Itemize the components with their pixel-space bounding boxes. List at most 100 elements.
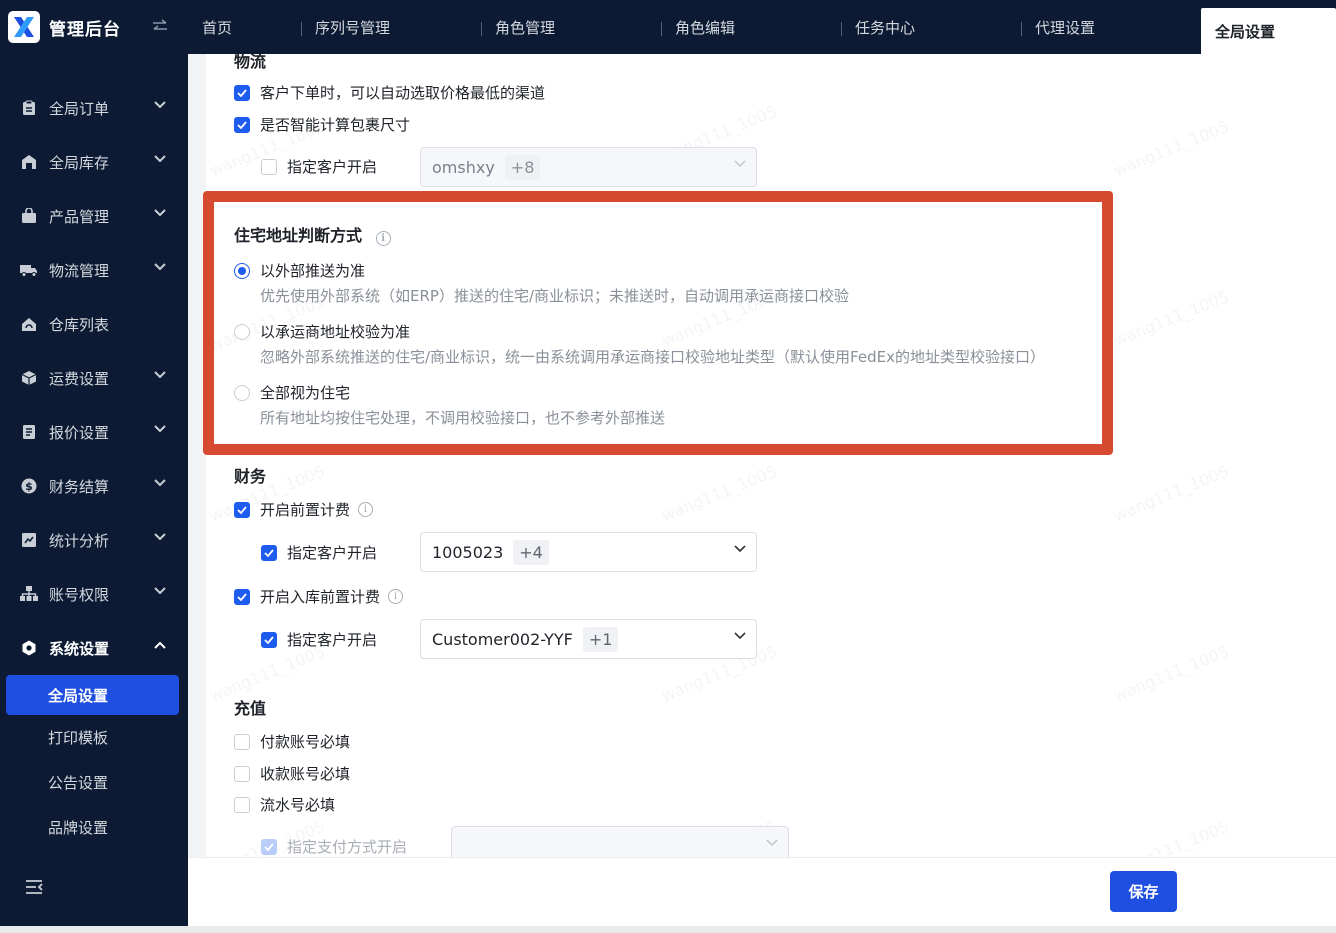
info-icon[interactable]: i xyxy=(388,589,404,604)
sidebar-item-label: 报价设置 xyxy=(49,423,110,442)
checkbox-checked[interactable] xyxy=(234,588,250,605)
chart-icon xyxy=(20,531,38,549)
tab-home[interactable]: 首页 xyxy=(188,0,301,54)
chevron-down-icon xyxy=(734,160,746,168)
tab-role-edit[interactable]: 角色编辑 xyxy=(661,0,841,54)
section-title-recharge: 充值 xyxy=(234,699,267,718)
tab-task-center[interactable]: 任务中心 xyxy=(841,0,1021,54)
watermark: wang111_1005 xyxy=(659,462,780,525)
watermark: wang111_1005 xyxy=(1111,817,1232,857)
select-value: Customer002-YYF xyxy=(432,629,573,649)
option-specify-customers-finance[interactable]: 指定客户开启 xyxy=(261,542,377,563)
sidebar-item-inventory[interactable]: 全局库存 xyxy=(0,135,188,189)
payment-method-select xyxy=(451,826,789,857)
sidebar-item-finance[interactable]: $ 财务结算 xyxy=(0,459,188,513)
checkbox[interactable] xyxy=(234,733,250,750)
chevron-down-icon xyxy=(154,371,166,379)
option-specify-customers[interactable]: 指定客户开启 xyxy=(261,156,377,177)
chevron-down-icon xyxy=(154,479,166,487)
dollar-icon: $ xyxy=(20,477,38,495)
section-title-logistics: 物流 xyxy=(234,54,267,71)
sidebar-item-system-settings[interactable]: 系统设置 xyxy=(0,621,188,675)
chevron-down-icon xyxy=(734,545,746,553)
select-more-tag: +4 xyxy=(513,539,549,565)
truck-icon xyxy=(20,261,38,279)
option-specify-customers-inbound[interactable]: 指定客户开启 xyxy=(261,629,377,650)
tab-bar: 首页 序列号管理 角色管理 角色编辑 任务中心 代理设置 全局设置 xyxy=(188,0,1336,54)
sidebar-item-statistics[interactable]: 统计分析 xyxy=(0,513,188,567)
option-label: 指定客户开启 xyxy=(287,544,378,562)
sidebar-item-label: 统计分析 xyxy=(49,531,110,550)
chevron-down-icon xyxy=(766,839,778,847)
sidebar-item-label: 财务结算 xyxy=(49,477,110,496)
save-button[interactable]: 保存 xyxy=(1110,871,1177,912)
chevron-down-icon xyxy=(154,263,166,271)
option-specify-payment-method: 指定支付方式开启 xyxy=(261,836,407,857)
watermark: wang111_1005 xyxy=(1111,462,1232,525)
option-label: 开启入库前置计费 xyxy=(260,588,381,606)
chevron-down-icon xyxy=(154,587,166,595)
option-payee-account-required[interactable]: 收款账号必填 xyxy=(234,763,350,784)
option-serial-required[interactable]: 流水号必填 xyxy=(234,794,335,815)
tab-proxy-settings[interactable]: 代理设置 xyxy=(1021,0,1201,54)
sidebar-item-permissions[interactable]: 账号权限 xyxy=(0,567,188,621)
option-auto-cheapest[interactable]: 客户下单时，可以自动选取价格最低的渠道 xyxy=(234,82,545,103)
sidebar-item-quotes[interactable]: 报价设置 xyxy=(0,405,188,459)
sidebar-item-warehouses[interactable]: 仓库列表 xyxy=(0,297,188,351)
app-title: 管理后台 xyxy=(49,19,121,40)
checkbox-checked[interactable] xyxy=(261,631,277,648)
checkbox[interactable] xyxy=(234,796,250,813)
tab-serial-numbers[interactable]: 序列号管理 xyxy=(301,0,481,54)
chevron-down-icon xyxy=(154,533,166,541)
submenu-announcements[interactable]: 公告设置 xyxy=(0,760,188,805)
watermark: wang111_1005 xyxy=(1111,117,1232,180)
checkbox-disabled xyxy=(261,838,277,855)
menu-fold-icon[interactable] xyxy=(24,877,44,897)
swap-icon[interactable] xyxy=(150,16,170,36)
option-label: 是否智能计算包裹尺寸 xyxy=(260,116,411,134)
sidebar-item-shipping-fee[interactable]: 运费设置 xyxy=(0,351,188,405)
tab-global-settings[interactable]: 全局设置 xyxy=(1201,8,1336,54)
sidebar-item-label: 全局库存 xyxy=(49,153,110,172)
chevron-down-icon xyxy=(154,101,166,109)
chevron-down-icon xyxy=(154,425,166,433)
checkbox-checked[interactable] xyxy=(234,116,250,133)
sidebar-item-orders[interactable]: 全局订单 xyxy=(0,81,188,135)
customer-select-logistics[interactable]: omshxy +8 xyxy=(420,147,757,187)
option-smart-package[interactable]: 是否智能计算包裹尺寸 xyxy=(234,114,410,135)
option-label: 指定客户开启 xyxy=(287,158,378,176)
section-title-finance: 财务 xyxy=(234,467,267,486)
sidebar-item-products[interactable]: 产品管理 xyxy=(0,189,188,243)
customer-select-inbound[interactable]: Customer002-YYF +1 xyxy=(420,619,757,659)
sidebar-item-label: 账号权限 xyxy=(49,585,110,604)
option-label: 指定支付方式开启 xyxy=(287,838,408,856)
watermark: wang111_1005 xyxy=(1111,287,1232,350)
option-inbound-prebilling[interactable]: 开启入库前置计费 i xyxy=(234,586,404,607)
info-icon[interactable]: i xyxy=(358,502,374,517)
option-payer-account-required[interactable]: 付款账号必填 xyxy=(234,731,350,752)
tab-roles[interactable]: 角色管理 xyxy=(481,0,661,54)
checkbox[interactable] xyxy=(234,765,250,782)
svg-text:$: $ xyxy=(25,480,33,493)
checkbox-checked[interactable] xyxy=(234,501,250,518)
highlight-frame xyxy=(203,191,1113,455)
sidebar-item-label: 系统设置 xyxy=(49,639,110,658)
watermark: wang111_1005 xyxy=(1111,642,1232,705)
checkbox-checked[interactable] xyxy=(261,544,277,561)
submenu-global-settings[interactable]: 全局设置 xyxy=(6,675,179,715)
home-icon xyxy=(20,315,38,333)
chevron-down-icon xyxy=(734,632,746,640)
clipboard-icon xyxy=(20,99,38,117)
checkbox[interactable] xyxy=(261,158,277,175)
option-prebilling[interactable]: 开启前置计费 i xyxy=(234,499,374,520)
sidebar-item-label: 运费设置 xyxy=(49,369,110,388)
customer-select-prebilling[interactable]: 1005023 +4 xyxy=(420,532,757,572)
option-label: 付款账号必填 xyxy=(260,733,351,751)
submenu-print-templates[interactable]: 打印模板 xyxy=(0,715,188,760)
sidebar: 管理后台 全局订单 全局库存 产品管理 物流管理 仓库列表 运费设置 报价设置 … xyxy=(0,0,188,926)
submenu-brand-settings[interactable]: 品牌设置 xyxy=(0,805,188,850)
checkbox-checked[interactable] xyxy=(234,84,250,101)
option-label: 收款账号必填 xyxy=(260,765,351,783)
sidebar-item-label: 仓库列表 xyxy=(49,315,110,334)
sidebar-item-logistics[interactable]: 物流管理 xyxy=(0,243,188,297)
